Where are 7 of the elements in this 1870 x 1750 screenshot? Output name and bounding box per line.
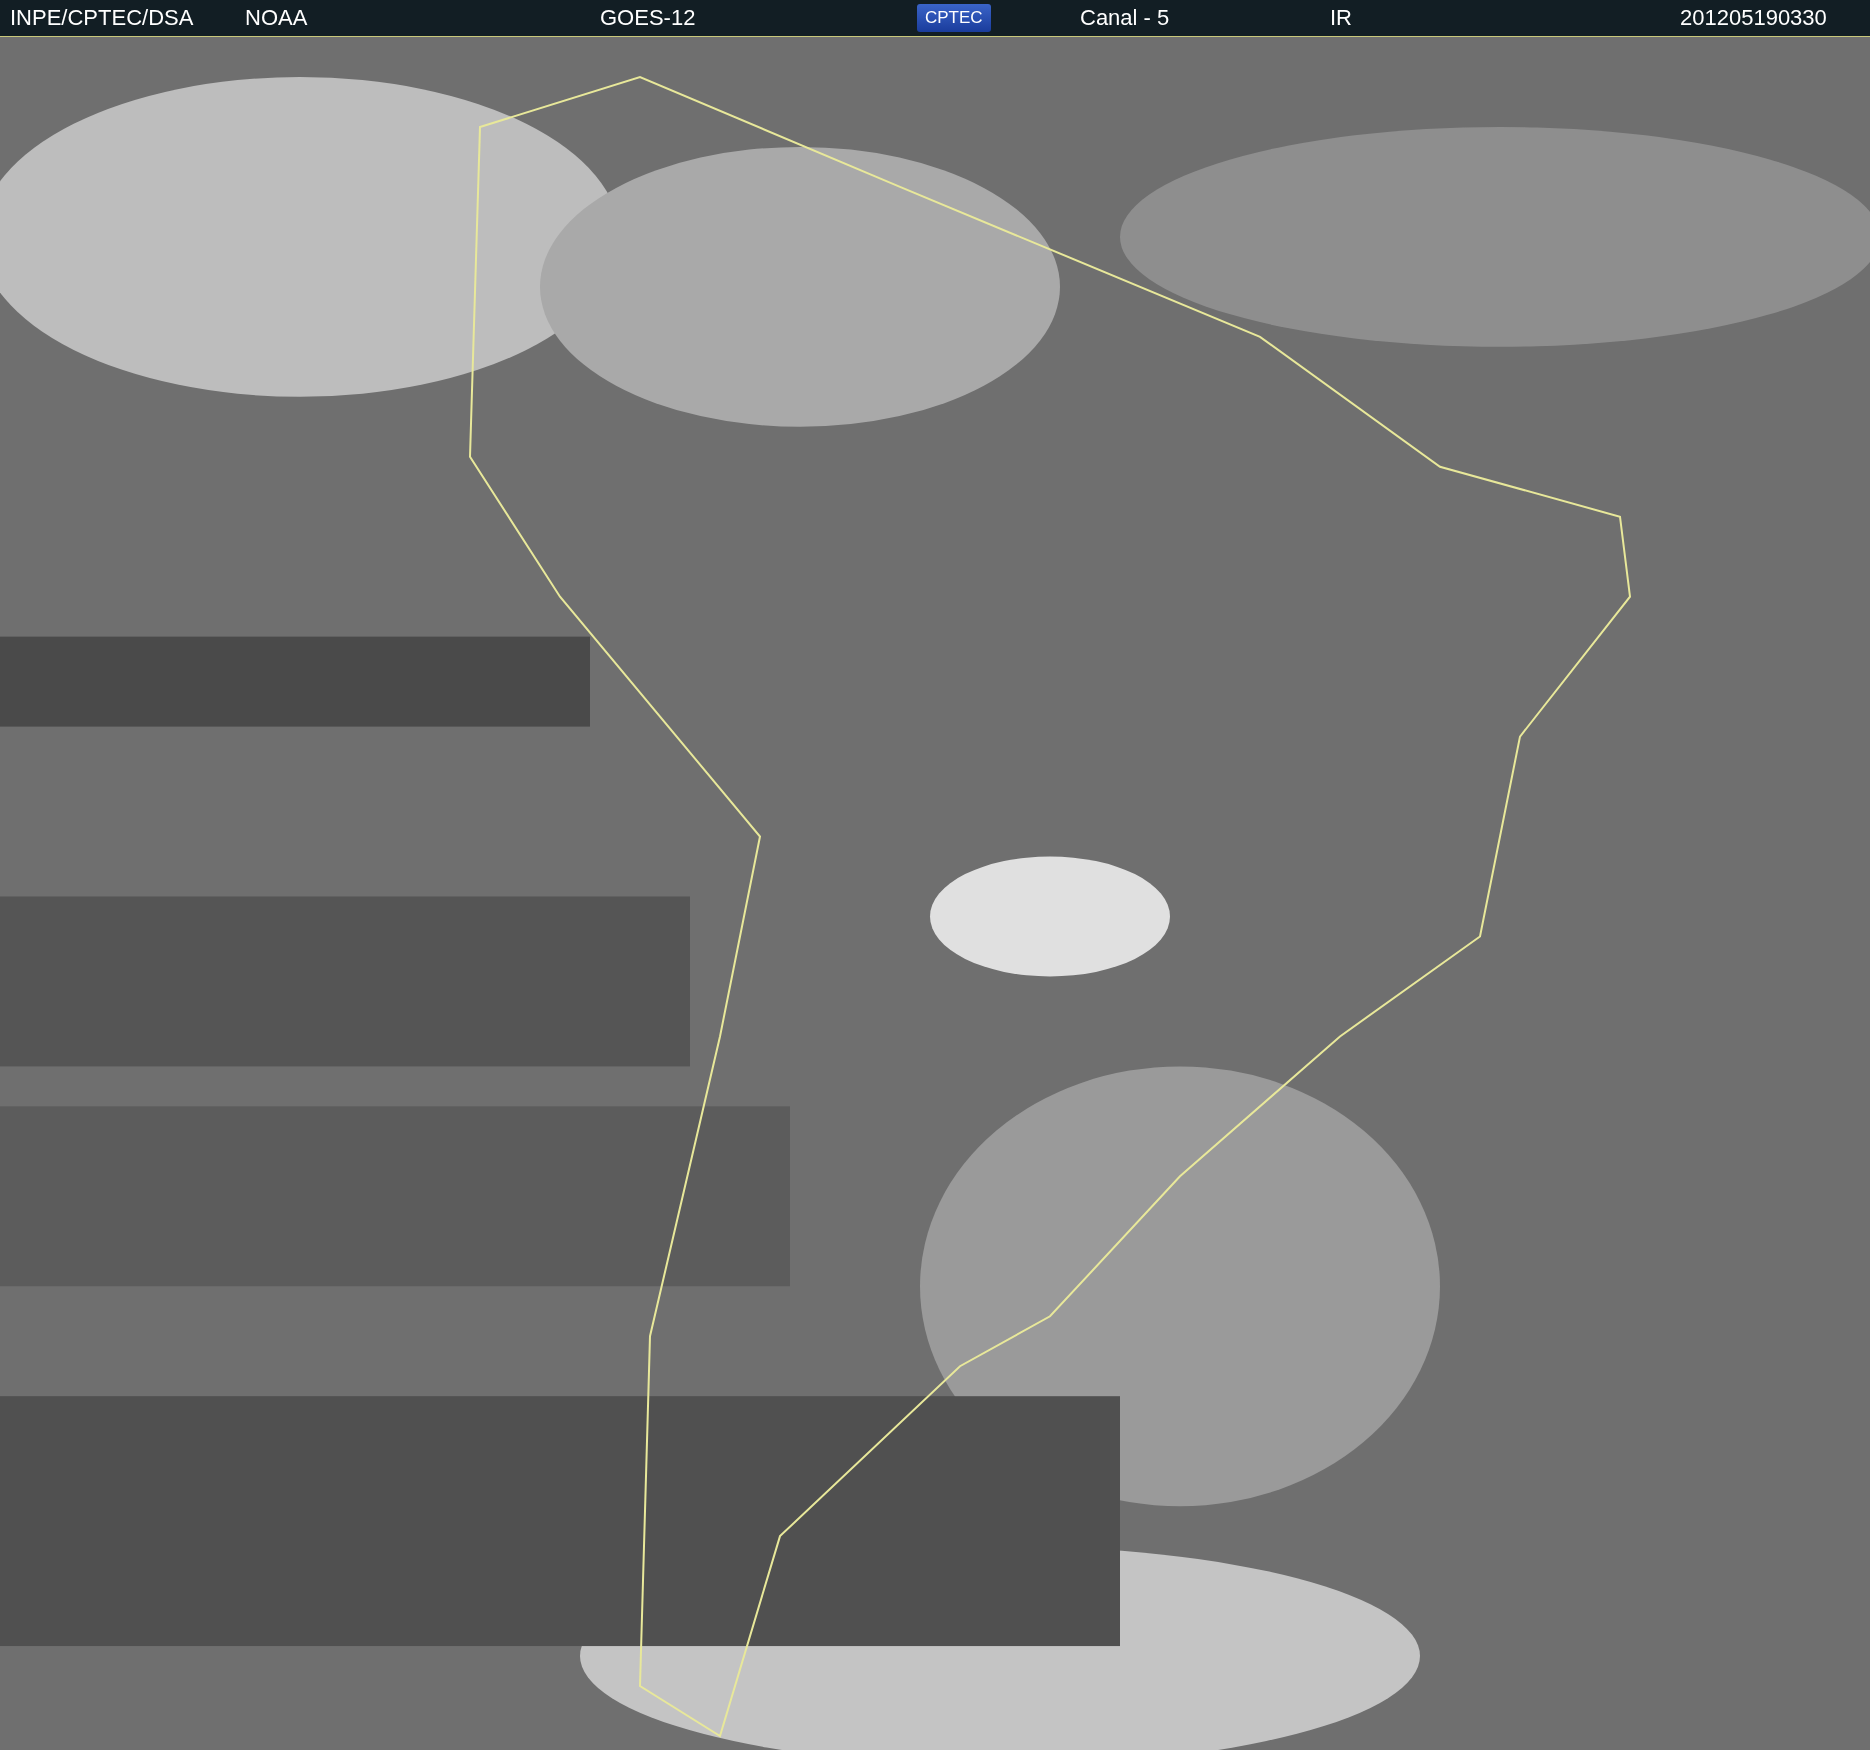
header-label: IR [1330,5,1352,31]
header-label: GOES-12 [600,5,696,31]
header-label: Canal - 5 [1080,5,1170,31]
header-label: NOAA [245,5,308,31]
header-label: 201205190330 [1680,5,1827,31]
header-label: INPE/CPTEC/DSA [10,5,194,31]
logo-badge: CPTEC [917,4,991,32]
